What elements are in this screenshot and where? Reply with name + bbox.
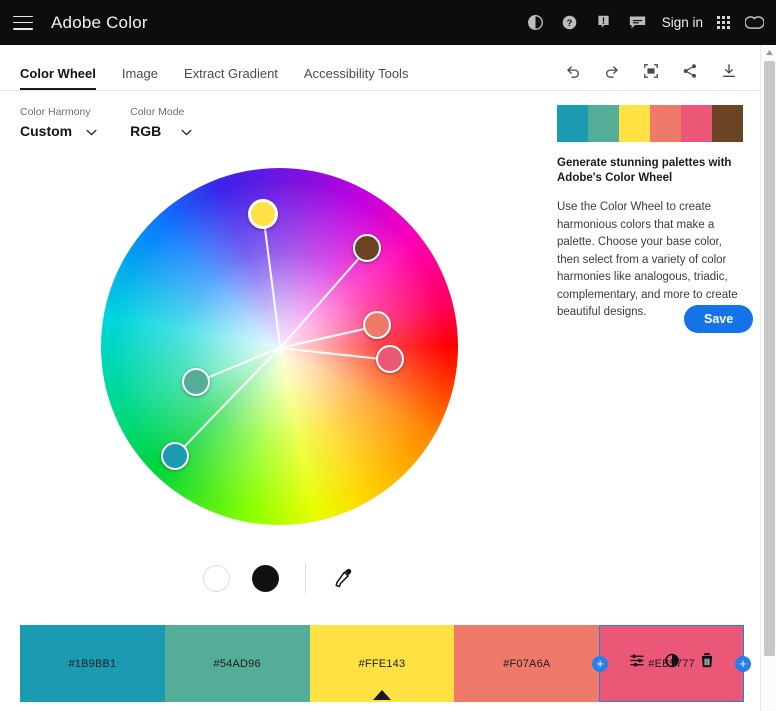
color-harmony-value: Custom (20, 123, 73, 139)
color-mode-select[interactable]: RGB (130, 123, 192, 139)
handle-teal[interactable] (161, 442, 189, 470)
base-color-marker (372, 690, 391, 700)
tab-bar: Color Wheel Image Extract Gradient Acces… (0, 45, 760, 91)
color-wheel[interactable] (101, 168, 458, 525)
tab-color-wheel[interactable]: Color Wheel (20, 66, 96, 90)
share-icon[interactable] (681, 62, 699, 80)
handle-green[interactable] (182, 368, 210, 396)
chevron-down-icon (181, 123, 192, 139)
palette-swatch-0[interactable]: #1B9BB1 (20, 625, 165, 702)
theme-contrast-icon[interactable] (526, 13, 546, 33)
eyedropper-icon[interactable] (332, 567, 354, 589)
creative-cloud-icon[interactable] (744, 13, 764, 33)
help-icon[interactable]: ? (560, 13, 580, 33)
adjust-sliders-icon[interactable] (628, 652, 645, 669)
color-mode-label: Color Mode (130, 106, 185, 118)
wheel-tools (203, 563, 354, 593)
swatch-action-group (628, 652, 715, 669)
app-grid-icon[interactable] (717, 16, 730, 29)
save-button[interactable]: Save (684, 305, 754, 333)
undo-icon[interactable] (564, 62, 582, 80)
color-harmony-select[interactable]: Custom (20, 123, 97, 139)
fullscreen-icon[interactable] (642, 62, 660, 80)
sign-in-button[interactable]: Sign in (662, 15, 703, 30)
harmony-controls: Color Harmony Custom Color Mode RGB (20, 106, 192, 139)
palette-swatch-1[interactable]: #54AD96 (164, 625, 310, 702)
feedback-chat-icon[interactable] (628, 13, 648, 33)
promo-panel: Generate stunning palettes with Adobe's … (557, 105, 743, 322)
handle-brown[interactable] (353, 234, 381, 262)
swatch-hex-label: #F07A6A (503, 657, 551, 670)
promo-strip-color-3 (650, 105, 681, 142)
svg-text:?: ? (567, 18, 573, 28)
tab-accessibility-tools[interactable]: Accessibility Tools (304, 66, 409, 90)
color-wheel-area (0, 150, 540, 550)
download-icon[interactable] (720, 62, 738, 80)
top-bar: Adobe Color ? Sign in (0, 0, 776, 45)
promo-strip-color-0 (557, 105, 588, 142)
promo-title: Generate stunning palettes with Adobe's … (557, 157, 732, 185)
handle-pink[interactable] (376, 345, 404, 373)
black-color-button[interactable] (252, 564, 279, 592)
palette-swatch-4[interactable]: #EB5777++ (592, 625, 751, 702)
tool-divider (305, 563, 306, 593)
app-title: Adobe Color (51, 12, 148, 32)
top-bar-actions: ? Sign in (526, 13, 776, 33)
palette-swatch-2[interactable]: #FFE143 (309, 625, 455, 702)
delete-trash-icon[interactable] (698, 652, 715, 669)
tab-image[interactable]: Image (122, 66, 158, 90)
hamburger-icon[interactable] (13, 15, 33, 30)
promo-strip-color-2 (619, 105, 650, 142)
add-color-button-right[interactable]: + (734, 655, 751, 672)
promo-color-strip (557, 105, 743, 142)
color-harmony-label: Color Harmony (20, 106, 91, 118)
tab-extract-gradient[interactable]: Extract Gradient (184, 66, 278, 90)
handle-salmon[interactable] (363, 311, 391, 339)
palette-swatch-3[interactable]: #F07A6A (454, 625, 600, 702)
editor-toolbar (564, 62, 760, 90)
announcements-icon[interactable] (594, 13, 614, 33)
swatch-hex-label: #1B9BB1 (68, 657, 117, 670)
promo-strip-color-1 (588, 105, 619, 142)
white-color-button[interactable] (203, 564, 230, 592)
color-mode-value: RGB (130, 123, 162, 139)
scroll-up-arrow-icon[interactable] (761, 45, 776, 60)
scrollbar-thumb[interactable] (764, 61, 775, 656)
promo-strip-color-4 (681, 105, 712, 142)
add-color-button-left[interactable]: + (592, 655, 609, 672)
color-mode-control[interactable]: Color Mode RGB (130, 106, 192, 139)
swatch-hex-label: #54AD96 (213, 657, 261, 670)
tint-contrast-icon[interactable] (663, 652, 680, 669)
page-scrollbar[interactable] (760, 45, 776, 711)
redo-icon[interactable] (603, 62, 621, 80)
palette-swatch-bar: #1B9BB1#54AD96#FFE143#F07A6A#EB5777++ (20, 625, 751, 702)
promo-strip-color-5 (712, 105, 743, 142)
swatch-hex-label: #FFE143 (358, 657, 406, 670)
chevron-down-icon (86, 123, 97, 139)
promo-body: Use the Color Wheel to create harmonious… (557, 201, 738, 319)
handle-yellow[interactable] (248, 199, 278, 229)
color-harmony-control[interactable]: Color Harmony Custom (20, 106, 97, 139)
tab-list: Color Wheel Image Extract Gradient Acces… (0, 45, 408, 90)
